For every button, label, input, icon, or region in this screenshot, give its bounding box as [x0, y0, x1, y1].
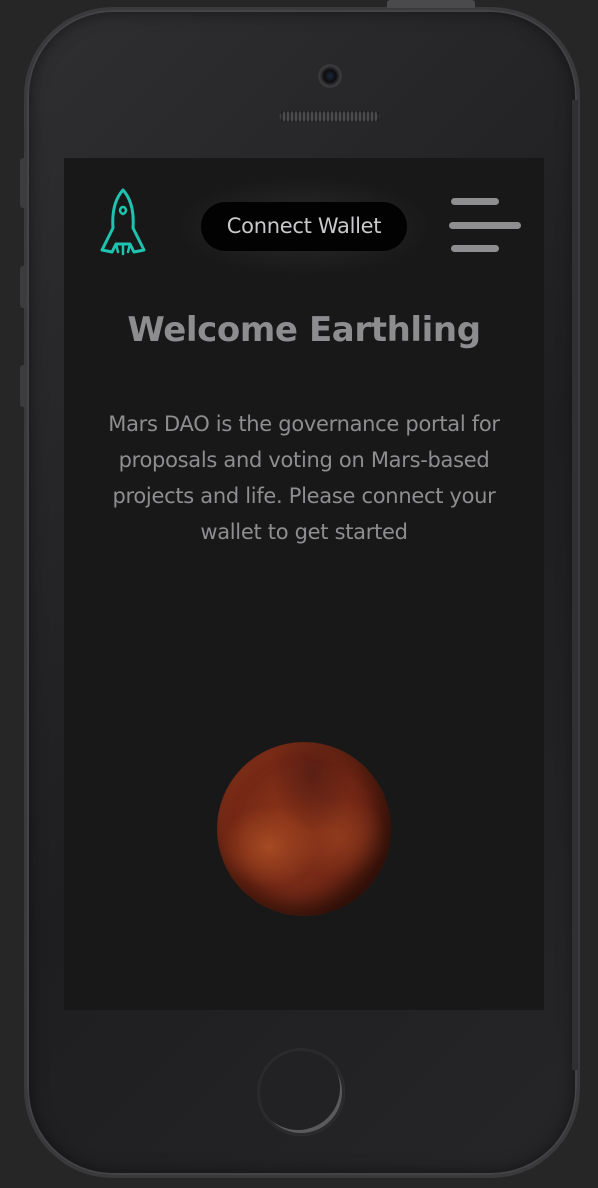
page-title: Welcome Earthling — [127, 310, 481, 350]
rocket-icon[interactable] — [94, 186, 152, 264]
menu-line-middle — [449, 222, 521, 229]
volume-down-button — [20, 365, 27, 407]
volume-up-button — [20, 266, 27, 308]
mute-switch — [20, 158, 27, 208]
mars-planet-image — [217, 742, 391, 916]
hamburger-menu-icon[interactable] — [449, 196, 523, 252]
phone-right-edge — [572, 100, 578, 1070]
menu-line-top — [451, 198, 499, 205]
connect-wallet-button[interactable]: Connect Wallet — [201, 202, 407, 251]
power-button — [387, 0, 475, 8]
front-camera — [318, 64, 342, 88]
intro-description: Mars DAO is the governance portal for pr… — [108, 412, 500, 544]
menu-line-bottom — [451, 245, 499, 252]
app-screen: Connect Wallet Welcome Earthling Mars DA… — [64, 158, 544, 1010]
home-button[interactable] — [257, 1048, 345, 1136]
earpiece-speaker — [279, 111, 380, 122]
